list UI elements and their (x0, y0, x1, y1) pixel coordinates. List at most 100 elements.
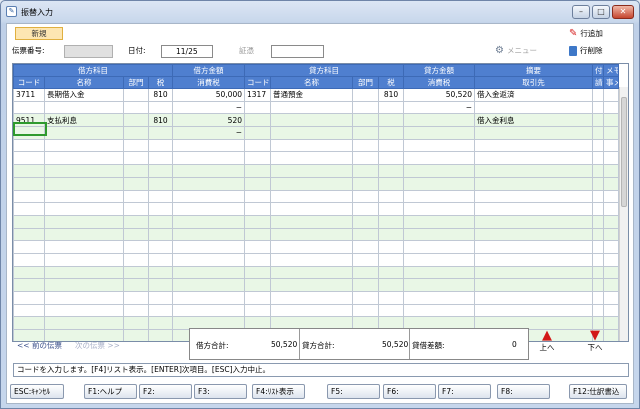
grid-cell[interactable] (172, 176, 245, 191)
grid-cell[interactable] (270, 278, 353, 292)
grid-cell[interactable] (403, 202, 475, 216)
grid-cell[interactable] (603, 164, 619, 178)
grid-cell[interactable] (13, 316, 45, 331)
grid-cell[interactable] (244, 100, 271, 115)
grid-cell[interactable] (270, 240, 353, 254)
grid-cell[interactable] (474, 126, 593, 140)
grid-cell[interactable] (603, 151, 619, 166)
grid-cell[interactable] (603, 88, 619, 102)
grid-cell[interactable] (592, 227, 604, 242)
grid-cell[interactable] (378, 202, 404, 216)
grid-cell[interactable] (244, 189, 271, 204)
grid-cell[interactable] (474, 265, 593, 280)
grid-cell[interactable] (148, 214, 173, 229)
grid-cell[interactable] (123, 189, 149, 204)
grid-cell[interactable] (123, 252, 149, 267)
grid-cell[interactable] (44, 214, 124, 229)
grid-cell[interactable] (148, 240, 173, 254)
grid-cell[interactable] (603, 291, 619, 305)
grid-cell[interactable] (378, 189, 404, 204)
grid-cell[interactable]: 810 (148, 113, 173, 128)
grid-cell[interactable] (148, 189, 173, 204)
grid-cell[interactable] (148, 176, 173, 191)
next-slip-link[interactable]: 次の伝票 >> (75, 340, 120, 351)
grid-cell[interactable] (148, 265, 173, 280)
grid-cell[interactable] (378, 227, 404, 242)
grid-cell[interactable] (13, 189, 45, 204)
grid-cell[interactable] (44, 164, 124, 178)
close-button[interactable]: ✕ (612, 5, 634, 19)
grid-cell[interactable] (474, 202, 593, 216)
grid-cell[interactable] (123, 265, 149, 280)
grid-cell[interactable] (148, 252, 173, 267)
grid-cell[interactable] (44, 100, 124, 115)
grid-cell[interactable] (603, 316, 619, 331)
grid-cell[interactable] (270, 265, 353, 280)
grid-cell[interactable] (44, 252, 124, 267)
grid-cell[interactable] (378, 126, 404, 140)
grid-cell[interactable] (403, 164, 475, 178)
grid-cell[interactable] (270, 138, 353, 153)
grid-cell[interactable] (148, 151, 173, 166)
grid-cell[interactable] (378, 151, 404, 166)
grid-cell[interactable] (474, 164, 593, 178)
grid-cell[interactable] (592, 252, 604, 267)
grid-cell[interactable] (44, 227, 124, 242)
grid-cell[interactable] (123, 176, 149, 191)
grid-cell[interactable] (13, 303, 45, 318)
f4-list-key[interactable]: F4:ﾘｽﾄ表示 (252, 384, 305, 399)
grid-cell[interactable] (592, 202, 604, 216)
grid-cell[interactable]: 3711 (13, 88, 45, 102)
grid-cell[interactable] (474, 303, 593, 318)
grid-cell[interactable] (603, 126, 619, 140)
move-down-button[interactable]: ▼ 下へ (583, 329, 607, 353)
grid-cell[interactable] (270, 176, 353, 191)
grid-cell[interactable] (270, 227, 353, 242)
grid-cell[interactable] (474, 291, 593, 305)
grid-cell[interactable] (592, 265, 604, 280)
grid-cell[interactable] (123, 100, 149, 115)
grid-cell[interactable] (172, 240, 245, 254)
grid-cell[interactable] (44, 240, 124, 254)
grid-cell[interactable] (378, 265, 404, 280)
grid-cell[interactable] (352, 265, 379, 280)
grid-cell[interactable] (172, 278, 245, 292)
grid-cell[interactable] (123, 278, 149, 292)
grid-cell[interactable] (123, 291, 149, 305)
grid-cell[interactable] (13, 202, 45, 216)
grid-cell[interactable]: 50,520 (403, 88, 475, 102)
grid-cell[interactable] (352, 303, 379, 318)
grid-cell[interactable] (603, 113, 619, 128)
grid-cell[interactable] (123, 113, 149, 128)
grid-cell[interactable] (592, 176, 604, 191)
grid-cell[interactable] (270, 202, 353, 216)
grid-cell[interactable] (13, 151, 45, 166)
grid-cell[interactable] (148, 329, 173, 341)
grid-cell[interactable] (592, 303, 604, 318)
grid-cell[interactable] (603, 138, 619, 153)
grid-cell[interactable] (270, 100, 353, 115)
grid-cell[interactable] (148, 303, 173, 318)
grid-cell[interactable] (13, 278, 45, 292)
grid-cell[interactable] (474, 176, 593, 191)
grid-cell[interactable]: 520 (172, 113, 245, 128)
grid-cell[interactable] (148, 202, 173, 216)
grid-cell[interactable] (352, 164, 379, 178)
grid-cell[interactable] (172, 151, 245, 166)
grid-cell[interactable] (378, 214, 404, 229)
grid-cell[interactable]: 50,000 (172, 88, 245, 102)
grid-cell[interactable] (172, 227, 245, 242)
maximize-button[interactable]: □ (592, 5, 610, 19)
grid-cell[interactable]: 普通預金 (270, 88, 353, 102)
grid-cell[interactable] (148, 291, 173, 305)
grid-cell[interactable]: − (403, 100, 475, 115)
grid-cell[interactable] (244, 227, 271, 242)
grid-cell[interactable] (13, 227, 45, 242)
grid-cell[interactable] (403, 176, 475, 191)
grid-cell[interactable] (352, 113, 379, 128)
grid-cell[interactable] (592, 291, 604, 305)
grid-cell[interactable] (244, 126, 271, 140)
grid-cell[interactable] (603, 176, 619, 191)
grid-cell[interactable] (123, 303, 149, 318)
grid-cell[interactable] (378, 303, 404, 318)
